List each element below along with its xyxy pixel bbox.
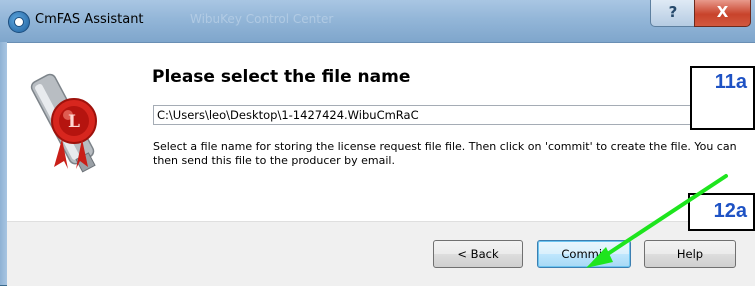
page-heading: Please select the file name <box>152 67 411 87</box>
titlebar-close-button[interactable]: X <box>694 0 751 27</box>
title-bar[interactable]: CmFAS Assistant WibuKey Control Center ?… <box>0 0 755 43</box>
app-icon <box>8 11 30 33</box>
window-frame <box>0 42 7 285</box>
background-window-title: WibuKey Control Center <box>190 12 334 26</box>
back-button[interactable]: < Back <box>433 240 523 268</box>
commit-button[interactable]: Commit <box>537 240 631 268</box>
instruction-text: Select a file name for storing the licen… <box>153 140 737 167</box>
callout-11a-label: 11a <box>714 71 747 93</box>
file-path-input[interactable] <box>153 105 713 125</box>
wax-seal-dongle-icon: L <box>30 73 97 173</box>
content-panel: L Please select the file name Select a f… <box>7 43 755 221</box>
callout-12a-label: 12a <box>713 200 747 222</box>
titlebar-help-button[interactable]: ? <box>650 0 696 27</box>
help-button[interactable]: Help <box>644 240 736 268</box>
button-bar: < Back Commit Help <box>7 221 755 286</box>
callout-12a: 12a <box>688 193 755 231</box>
callout-11a: 11a <box>690 66 755 130</box>
svg-text:L: L <box>68 112 80 132</box>
window-title: CmFAS Assistant <box>35 12 144 27</box>
cmfas-assistant-window: CmFAS Assistant WibuKey Control Center ?… <box>0 0 755 286</box>
